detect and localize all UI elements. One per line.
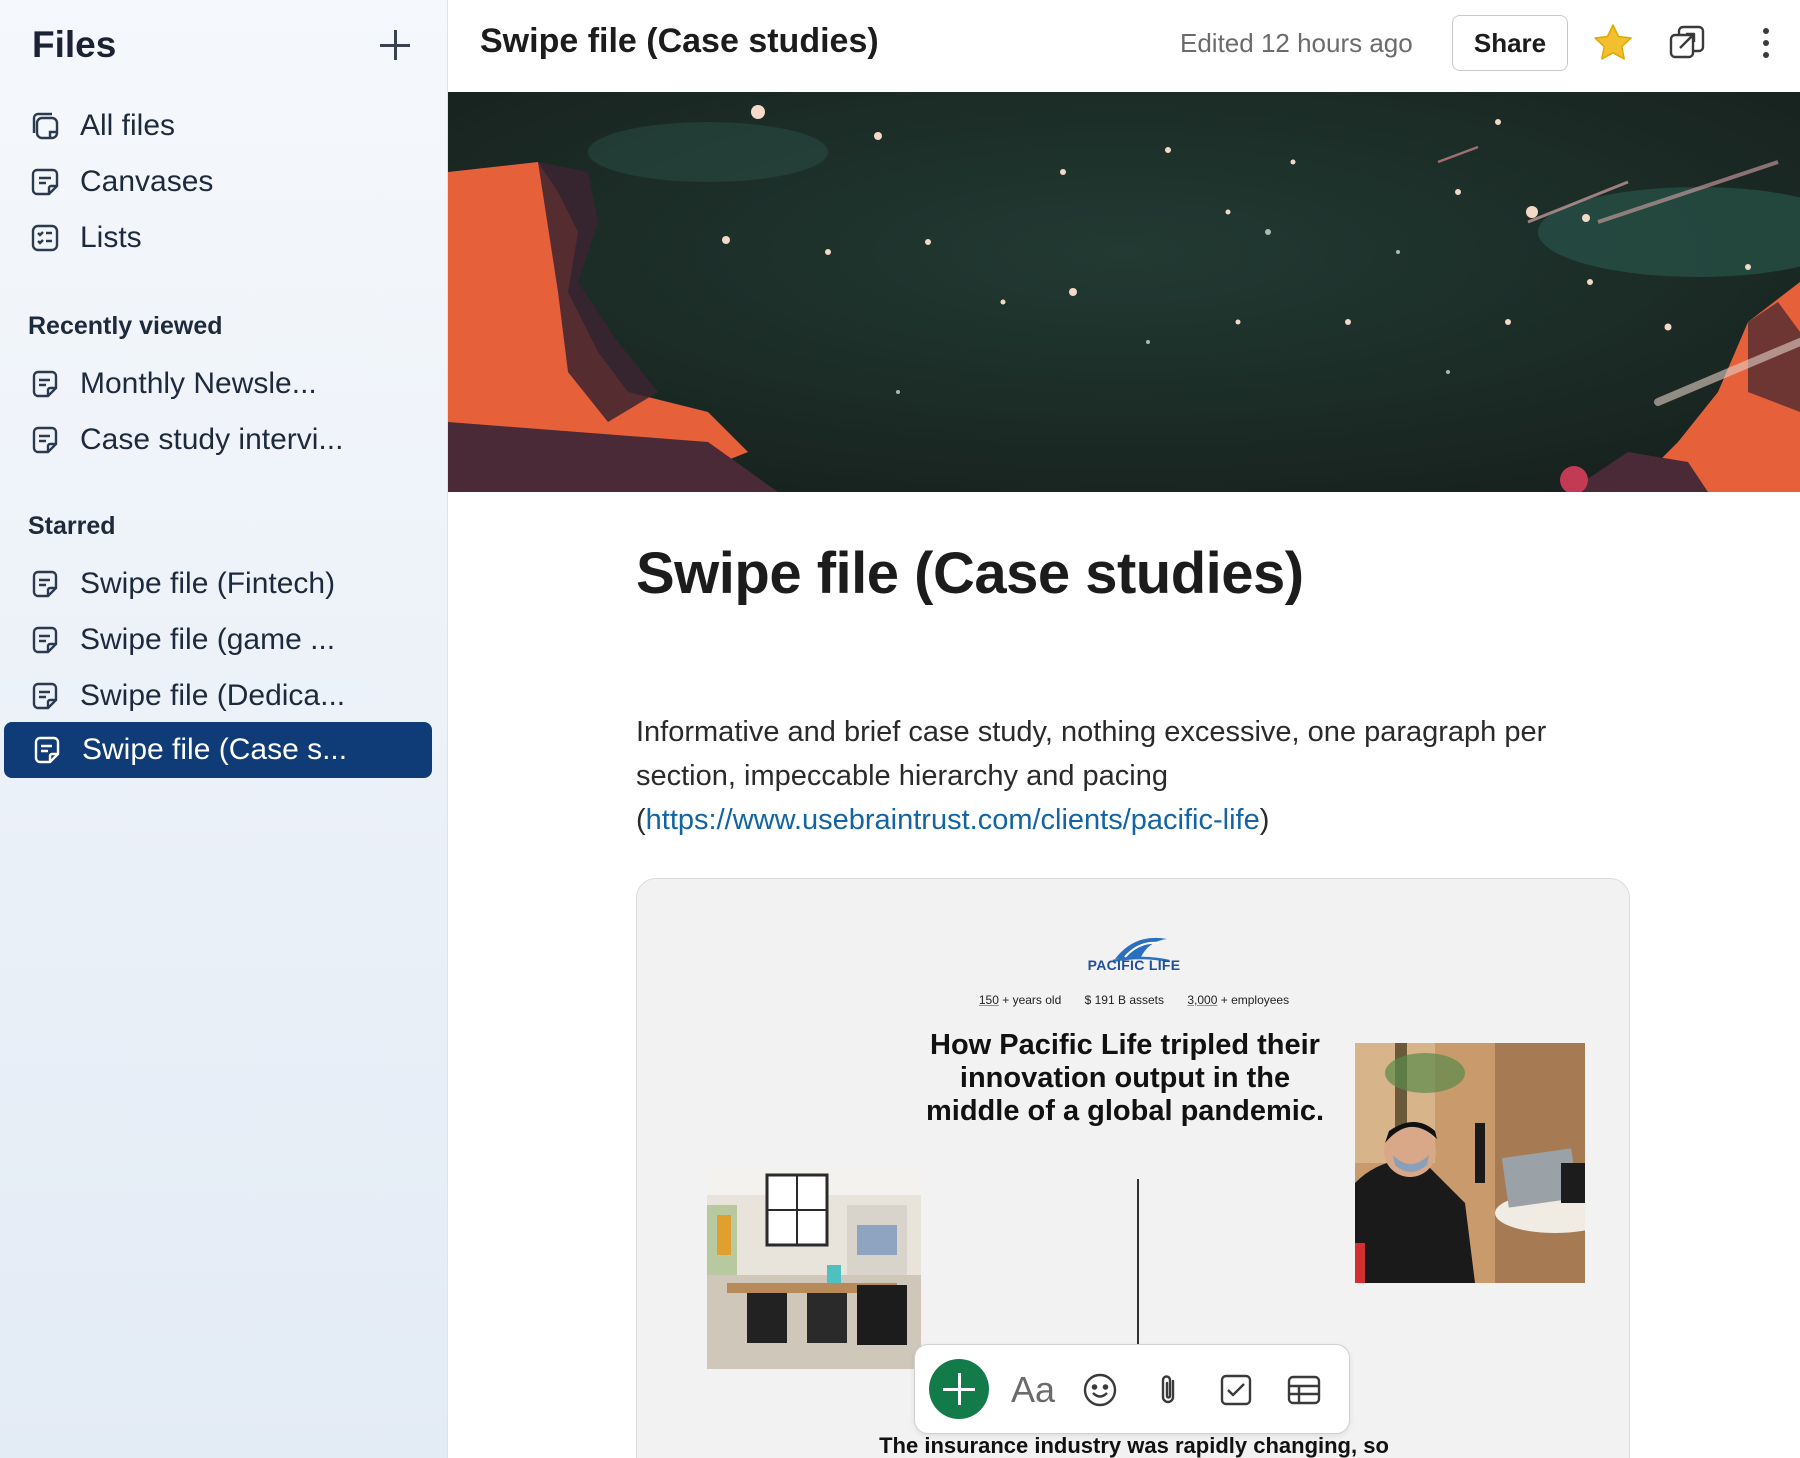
stat-item: 3,000 + employees: [1187, 993, 1290, 1007]
starred-heading: Starred: [28, 512, 116, 540]
sidebar-item-canvases[interactable]: Canvases: [28, 158, 213, 206]
sidebar-item-label: Swipe file (Case s...: [82, 733, 348, 766]
sidebar-item-label: Lists: [80, 221, 142, 254]
canvas-icon: [28, 423, 62, 457]
paragraph-end: ): [1259, 804, 1270, 836]
office-photo: [707, 1165, 921, 1369]
recently-viewed-heading: Recently viewed: [28, 312, 223, 340]
document-body: Swipe file (Case studies): [636, 540, 1636, 607]
more-options-icon[interactable]: [1758, 22, 1774, 64]
sidebar-title: Files: [32, 24, 117, 65]
stat-item: $ 191 B assets: [1084, 993, 1165, 1007]
canvas-icon: [28, 623, 62, 657]
pacific-life-logo-text: PACIFIC LIFE: [1087, 957, 1181, 973]
embed-headline: How Pacific Life tripled their innovatio…: [926, 1029, 1324, 1127]
starred-item[interactable]: Swipe file (game ...: [28, 616, 335, 664]
add-icon[interactable]: [374, 24, 416, 66]
header-title: Swipe file (Case studies): [480, 22, 879, 60]
canvas-icon: [28, 679, 62, 713]
embed-body-text: The insurance industry was rapidly chang…: [879, 1433, 1389, 1458]
open-in-window-icon[interactable]: [1666, 22, 1708, 64]
stat-item: 150 + years old: [978, 993, 1062, 1007]
sidebar-item-label: Swipe file (Dedica...: [80, 679, 346, 712]
document-paragraph[interactable]: Informative and brief case study, nothin…: [636, 710, 1596, 842]
starred-item-active[interactable]: Swipe file (Case s...: [4, 722, 432, 778]
person-working-photo: [1355, 1043, 1585, 1283]
document-header: Swipe file (Case studies) Edited 12 hour…: [448, 0, 1800, 92]
recent-item[interactable]: Case study intervi...: [28, 416, 343, 464]
insert-toolbar: Aa: [914, 1344, 1350, 1434]
sidebar-item-all-files[interactable]: All files: [28, 102, 175, 150]
share-button[interactable]: Share: [1452, 15, 1568, 71]
checklist-icon[interactable]: [1217, 1371, 1255, 1409]
recent-item[interactable]: Monthly Newsle...: [28, 360, 317, 408]
insert-plus-button[interactable]: [929, 1359, 989, 1419]
sidebar-item-lists[interactable]: Lists: [28, 214, 142, 262]
attachment-icon[interactable]: [1149, 1371, 1187, 1409]
canvas-icon: [28, 367, 62, 401]
emoji-icon[interactable]: [1081, 1371, 1119, 1409]
cover-image: [448, 92, 1800, 492]
starred-item[interactable]: Swipe file (Fintech): [28, 560, 335, 608]
table-icon[interactable]: [1285, 1371, 1323, 1409]
sidebar-item-label: Canvases: [80, 165, 214, 198]
canvas-icon: [28, 567, 62, 601]
canvas-icon: [30, 733, 64, 767]
pacific-life-stats: 150 + years old $ 191 B assets 3,000 + e…: [637, 993, 1629, 1007]
sidebar-item-label: Swipe file (Fintech): [80, 567, 336, 600]
all-files-icon: [28, 109, 62, 143]
text-style-button[interactable]: Aa: [1011, 1369, 1055, 1411]
sidebar-item-label: Monthly Newsle...: [80, 367, 317, 400]
divider-line: [1137, 1179, 1139, 1351]
edited-timestamp: Edited 12 hours ago: [1180, 28, 1413, 58]
pacific-life-link[interactable]: https://www.usebraintrust.com/clients/pa…: [646, 804, 1260, 836]
list-icon: [28, 221, 62, 255]
starred-item[interactable]: Swipe file (Dedica...: [28, 672, 345, 720]
sidebar-item-label: All files: [80, 109, 176, 142]
canvas-icon: [28, 165, 62, 199]
sidebar-item-label: Swipe file (game ...: [80, 623, 336, 656]
document-heading[interactable]: Swipe file (Case studies): [636, 540, 1636, 607]
star-icon[interactable]: [1590, 20, 1636, 66]
sidebar: Files All files Canvases Lists Recently …: [0, 0, 448, 1458]
sidebar-item-label: Case study intervi...: [80, 423, 344, 456]
